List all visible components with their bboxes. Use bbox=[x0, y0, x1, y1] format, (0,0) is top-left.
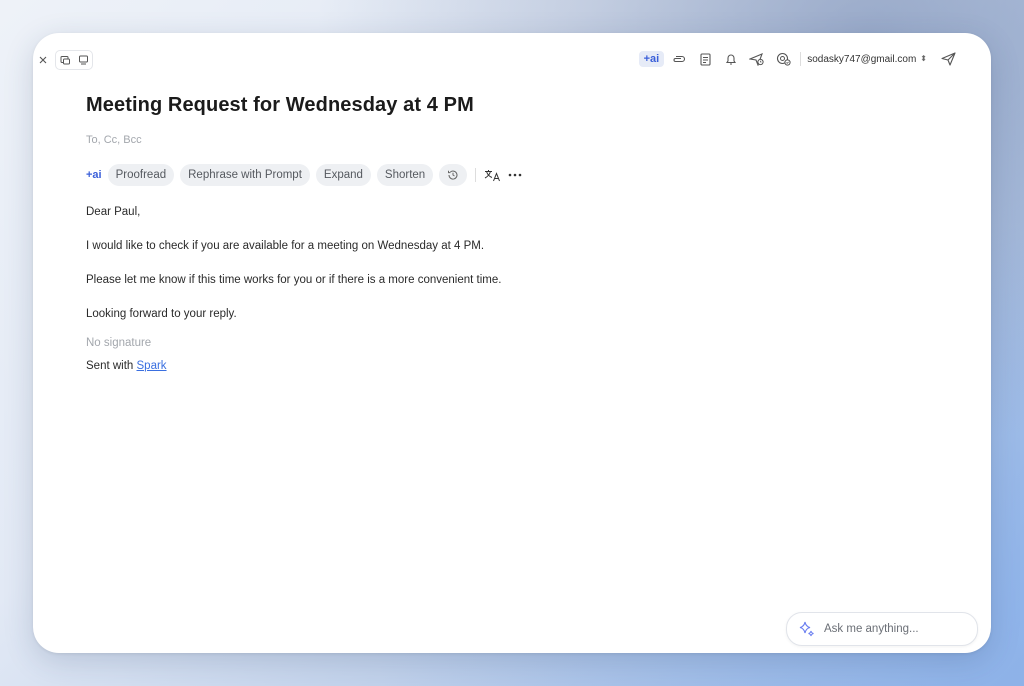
bell-icon bbox=[726, 54, 737, 64]
history-button[interactable] bbox=[439, 164, 468, 186]
attach-button[interactable] bbox=[666, 49, 692, 69]
signature-selector[interactable]: No signature bbox=[86, 337, 151, 349]
translate-icon bbox=[484, 169, 501, 181]
shorten-button[interactable]: Shorten bbox=[376, 164, 434, 186]
sent-with-prefix: Sent with bbox=[86, 360, 137, 372]
at-check-icon bbox=[776, 52, 791, 66]
body-paragraph[interactable]: Looking forward to your reply. bbox=[86, 308, 237, 320]
compose-toolbar: +ai sodasky747@gmail.com ⬍ bbox=[638, 49, 961, 69]
account-selector[interactable]: sodasky747@gmail.com ⬍ bbox=[807, 54, 927, 65]
toolbar-divider bbox=[800, 52, 802, 66]
account-email: sodasky747@gmail.com bbox=[807, 53, 917, 65]
body-paragraph[interactable]: Dear Paul, bbox=[86, 206, 140, 218]
paperclip-icon bbox=[673, 55, 686, 63]
minimize-window-icon bbox=[60, 56, 70, 65]
window-controls bbox=[33, 50, 93, 70]
expand-button[interactable]: Expand bbox=[315, 164, 371, 186]
ask-assistant-input[interactable]: Ask me anything... bbox=[786, 612, 978, 646]
popout-window-button[interactable] bbox=[74, 51, 92, 69]
ai-toolbar-divider bbox=[475, 168, 477, 182]
popout-window-icon bbox=[78, 55, 88, 65]
translate-button[interactable] bbox=[482, 164, 504, 186]
subject-field[interactable]: Meeting Request for Wednesday at 4 PM bbox=[86, 94, 474, 117]
body-paragraph[interactable]: Please let me know if this time works fo… bbox=[86, 274, 501, 286]
sparkle-icon bbox=[796, 618, 818, 640]
tracking-button[interactable] bbox=[770, 49, 796, 69]
reminder-button[interactable] bbox=[718, 49, 744, 69]
template-button[interactable] bbox=[692, 49, 718, 69]
close-icon bbox=[39, 56, 47, 64]
window-mode-group bbox=[55, 50, 93, 70]
proofread-button[interactable]: Proofread bbox=[107, 164, 175, 186]
send-later-icon bbox=[749, 52, 764, 66]
minimize-window-button[interactable] bbox=[56, 51, 74, 69]
ai-toolbar-button[interactable]: +ai bbox=[638, 51, 665, 67]
body-paragraph[interactable]: I would like to check if you are availab… bbox=[86, 240, 484, 252]
document-icon bbox=[700, 52, 711, 66]
spark-link[interactable]: Spark bbox=[137, 360, 167, 372]
chevron-updown-icon: ⬍ bbox=[920, 54, 927, 63]
history-icon bbox=[448, 170, 458, 180]
send-button[interactable] bbox=[935, 49, 961, 69]
more-horizontal-icon bbox=[508, 173, 522, 177]
ask-placeholder: Ask me anything... bbox=[824, 623, 919, 635]
close-button[interactable] bbox=[34, 51, 52, 69]
rephrase-with-prompt-button[interactable]: Rephrase with Prompt bbox=[180, 164, 310, 186]
ai-writing-toolbar: +ai Proofread Rephrase with Prompt Expan… bbox=[86, 164, 526, 186]
send-later-button[interactable] bbox=[744, 49, 770, 69]
ai-label[interactable]: +ai bbox=[86, 169, 102, 181]
compose-window: +ai sodasky747@gmail.com ⬍ Meeting Reque… bbox=[33, 33, 991, 653]
sent-with-footer: Sent with Spark bbox=[86, 360, 167, 372]
recipients-field[interactable]: To, Cc, Bcc bbox=[86, 134, 142, 146]
more-options-button[interactable] bbox=[504, 164, 526, 186]
send-icon bbox=[940, 52, 956, 66]
